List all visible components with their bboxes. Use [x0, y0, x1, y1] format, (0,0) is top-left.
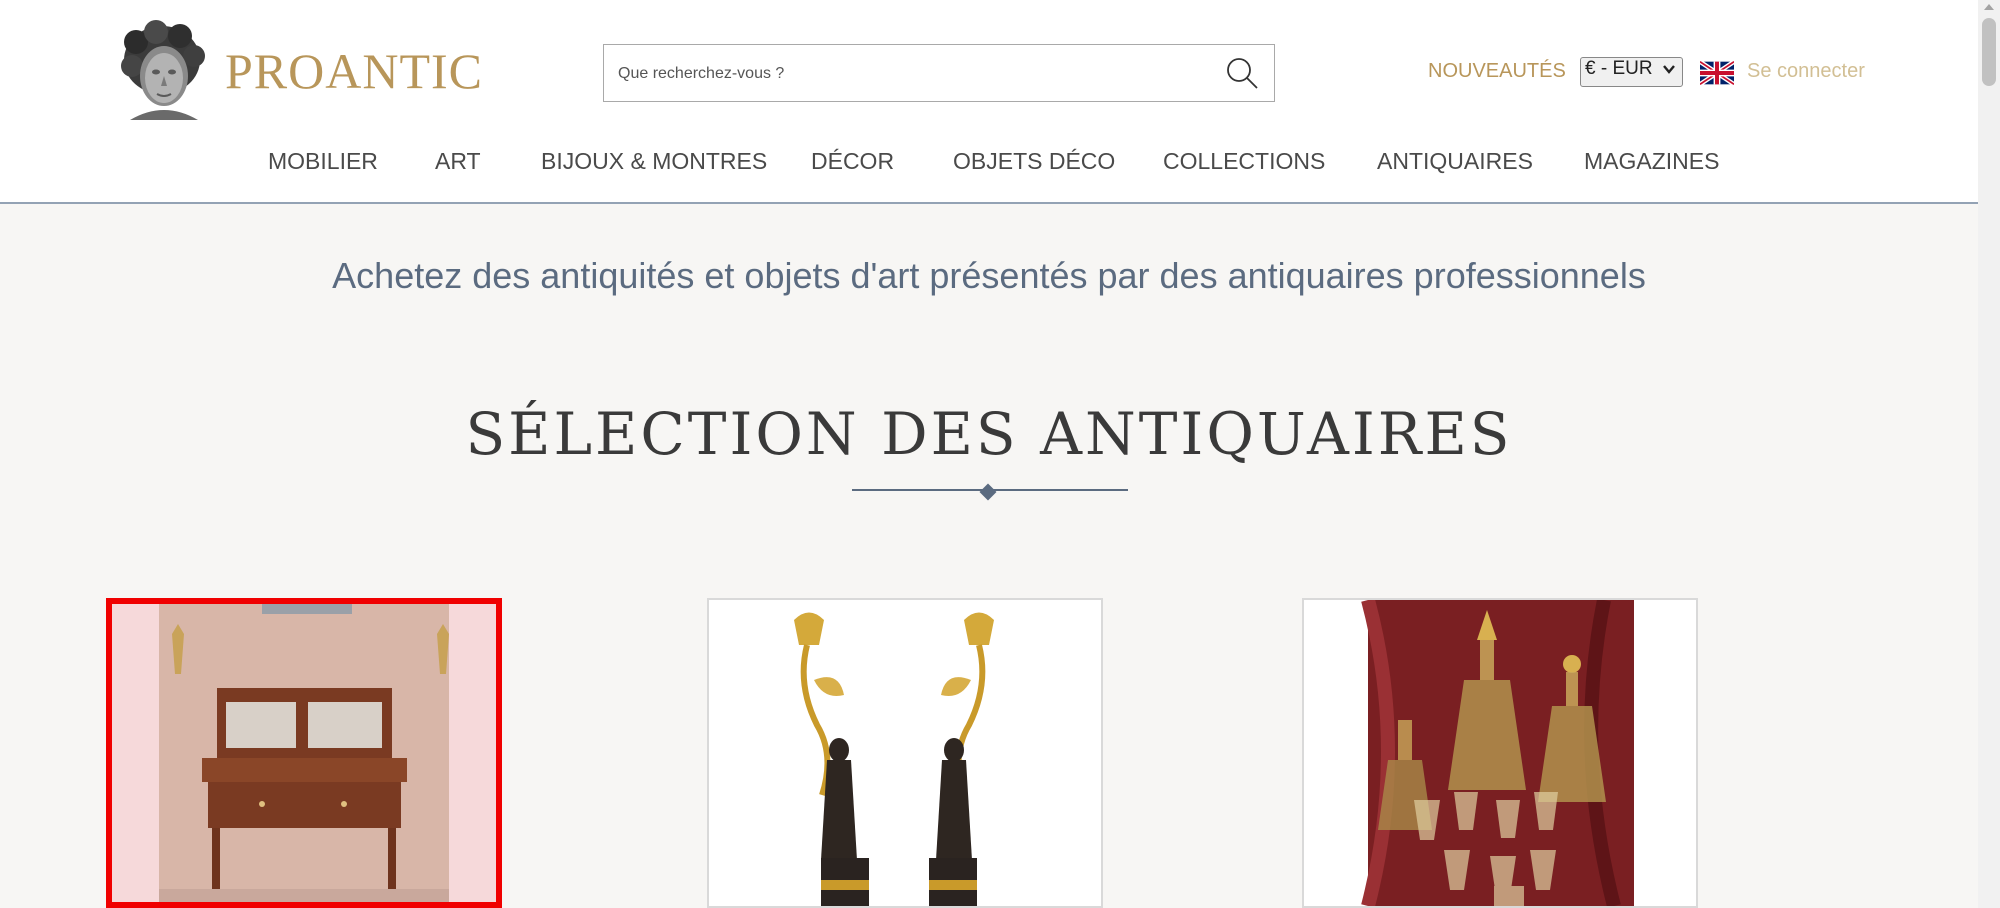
currency-value: € - EUR — [1585, 58, 1653, 79]
brand-name[interactable]: PROANTIC — [225, 42, 483, 100]
search-box — [603, 44, 1275, 103]
nouveautes-link[interactable]: NOUVEAUTÉS — [1428, 60, 1566, 83]
uk-flag-icon[interactable] — [1700, 60, 1734, 86]
scrollbar[interactable] — [1978, 0, 2000, 908]
main-nav: MOBILIER ART BIJOUX & MONTRES DÉCOR OBJE… — [0, 148, 1978, 178]
title-divider-ornament — [979, 483, 997, 501]
nav-item-bijoux-montres[interactable]: BIJOUX & MONTRES — [541, 148, 767, 175]
product-image-glassware — [1304, 600, 1696, 906]
nav-item-collections[interactable]: COLLECTIONS — [1163, 148, 1325, 175]
nav-item-mobilier[interactable]: MOBILIER — [268, 148, 378, 175]
bust-logo-icon[interactable] — [112, 20, 212, 124]
currency-select[interactable]: € - EUR — [1580, 57, 1683, 87]
site-header: PROANTIC NOUVEAUTÉS € - EUR Se connecter… — [0, 0, 1978, 204]
product-card[interactable] — [106, 598, 502, 908]
scroll-up-arrow-icon[interactable] — [1984, 4, 1994, 10]
search-icon[interactable] — [1224, 55, 1260, 91]
nav-item-magazines[interactable]: MAGAZINES — [1584, 148, 1719, 175]
nav-item-art[interactable]: ART — [435, 148, 481, 175]
product-image-candelabra — [709, 600, 1101, 906]
section-title: SÉLECTION DES ANTIQUAIRES — [465, 400, 1513, 468]
nav-item-decor[interactable]: DÉCOR — [811, 148, 894, 175]
product-card[interactable] — [1302, 598, 1698, 908]
search-input[interactable] — [616, 45, 1200, 103]
nav-item-objets-deco[interactable]: OBJETS DÉCO — [953, 148, 1115, 175]
login-link[interactable]: Se connecter — [1747, 60, 1865, 83]
nav-item-antiquaires[interactable]: ANTIQUAIRES — [1377, 148, 1533, 175]
product-card[interactable] — [707, 598, 1103, 908]
scrollbar-thumb[interactable] — [1982, 18, 1996, 86]
tagline: Achetez des antiquités et objets d'art p… — [332, 255, 1646, 296]
product-image-desk — [112, 604, 496, 902]
chevron-down-icon — [1662, 62, 1676, 81]
